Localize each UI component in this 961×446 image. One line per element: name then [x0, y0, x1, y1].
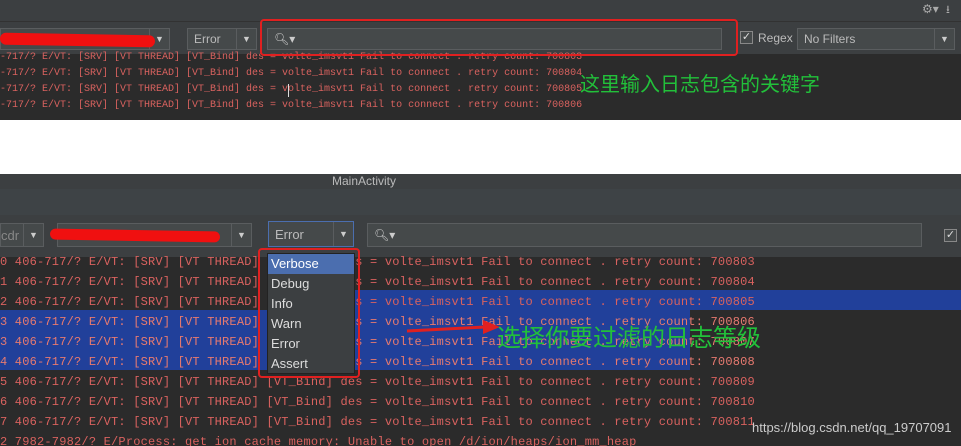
- level-value: Error: [194, 32, 221, 46]
- device-value: cdr: [1, 227, 20, 243]
- level-combo[interactable]: Error ▼: [268, 221, 354, 247]
- watermark: https://blog.csdn.net/qq_19707091: [752, 420, 952, 435]
- level-combo[interactable]: Error ▼: [187, 28, 257, 50]
- log-line: -717/? E/VT: [SRV] [VT THREAD] [VT_Bind]…: [0, 100, 583, 111]
- search-icon: 🔍︎▾: [374, 228, 396, 242]
- text-cursor: [288, 84, 289, 97]
- search-highlight-box: [260, 19, 738, 56]
- chevron-down-icon: ▼: [236, 29, 256, 49]
- chevron-down-icon: ▼: [231, 224, 251, 246]
- dropdown-highlight-box: [258, 248, 360, 378]
- filter-value: No Filters: [804, 32, 856, 46]
- log-line: 5 406-717/? E/VT: [SRV] [VT THREAD] [VT_…: [0, 375, 755, 389]
- tab-main-activity[interactable]: MainActivity: [332, 175, 396, 188]
- log-line: 6 406-717/? E/VT: [SRV] [VT THREAD] [VT_…: [0, 395, 755, 409]
- filter-config-combo[interactable]: No Filters ▼: [797, 28, 955, 50]
- bottom-toolbar: cdr ▼ ▼ Error ▼ 🔍︎▾ ✓: [0, 215, 961, 257]
- chevron-down-icon: ▼: [333, 222, 353, 246]
- device-combo[interactable]: cdr ▼: [0, 223, 44, 247]
- bottom-logcat-panel: MainActivity cdr ▼ ▼ Error ▼ 🔍︎▾ ✓ 0 406-7…: [0, 174, 961, 446]
- log-line: 2 406-717/? E/VT: [SRV] [VT THREAD] [VT_…: [0, 295, 755, 309]
- editor-tab-bar: MainActivity: [0, 174, 961, 189]
- level-annotation: 选择你要过滤的日志等级: [497, 325, 761, 352]
- regex-label: Regex: [758, 31, 793, 45]
- top-logcat-panel: ⚙▾ ⭳ ▼ Error ▼ 🔍︎▾ ✓ Regex No Filters ▼ -7…: [0, 0, 961, 120]
- log-line: -717/? E/VT: [SRV] [VT THREAD] [VT_Bind]…: [0, 68, 583, 79]
- red-arrow: [406, 320, 500, 334]
- search-input[interactable]: 🔍︎▾: [367, 223, 922, 247]
- chevron-down-icon: ▼: [934, 29, 954, 49]
- level-value: Error: [275, 226, 304, 242]
- log-line: 2 7982-7982/? E/Process: get ion cache m…: [0, 435, 637, 446]
- log-line: 7 406-717/? E/VT: [SRV] [VT THREAD] [VT_…: [0, 415, 755, 429]
- regex-checkbox[interactable]: ✓: [944, 229, 957, 242]
- log-line: -717/? E/VT: [SRV] [VT THREAD] [VT_Bind]…: [0, 84, 583, 95]
- search-annotation: 这里输入日志包含的关键字: [580, 74, 820, 96]
- bottom-title-bar: [0, 189, 961, 215]
- chevron-down-icon: ▼: [23, 224, 43, 246]
- gear-icon[interactable]: ⚙▾: [922, 2, 939, 16]
- log-line: 0 406-717/? E/VT: [SRV] [VT THREAD] [VT_…: [0, 255, 755, 269]
- regex-checkbox[interactable]: ✓: [740, 31, 753, 44]
- log-line: 1 406-717/? E/VT: [SRV] [VT THREAD] [VT_…: [0, 275, 755, 289]
- hide-icon[interactable]: ⭳: [946, 1, 950, 20]
- log-line: 4 406-717/? E/VT: [SRV] [VT THREAD] [VT_…: [0, 355, 755, 369]
